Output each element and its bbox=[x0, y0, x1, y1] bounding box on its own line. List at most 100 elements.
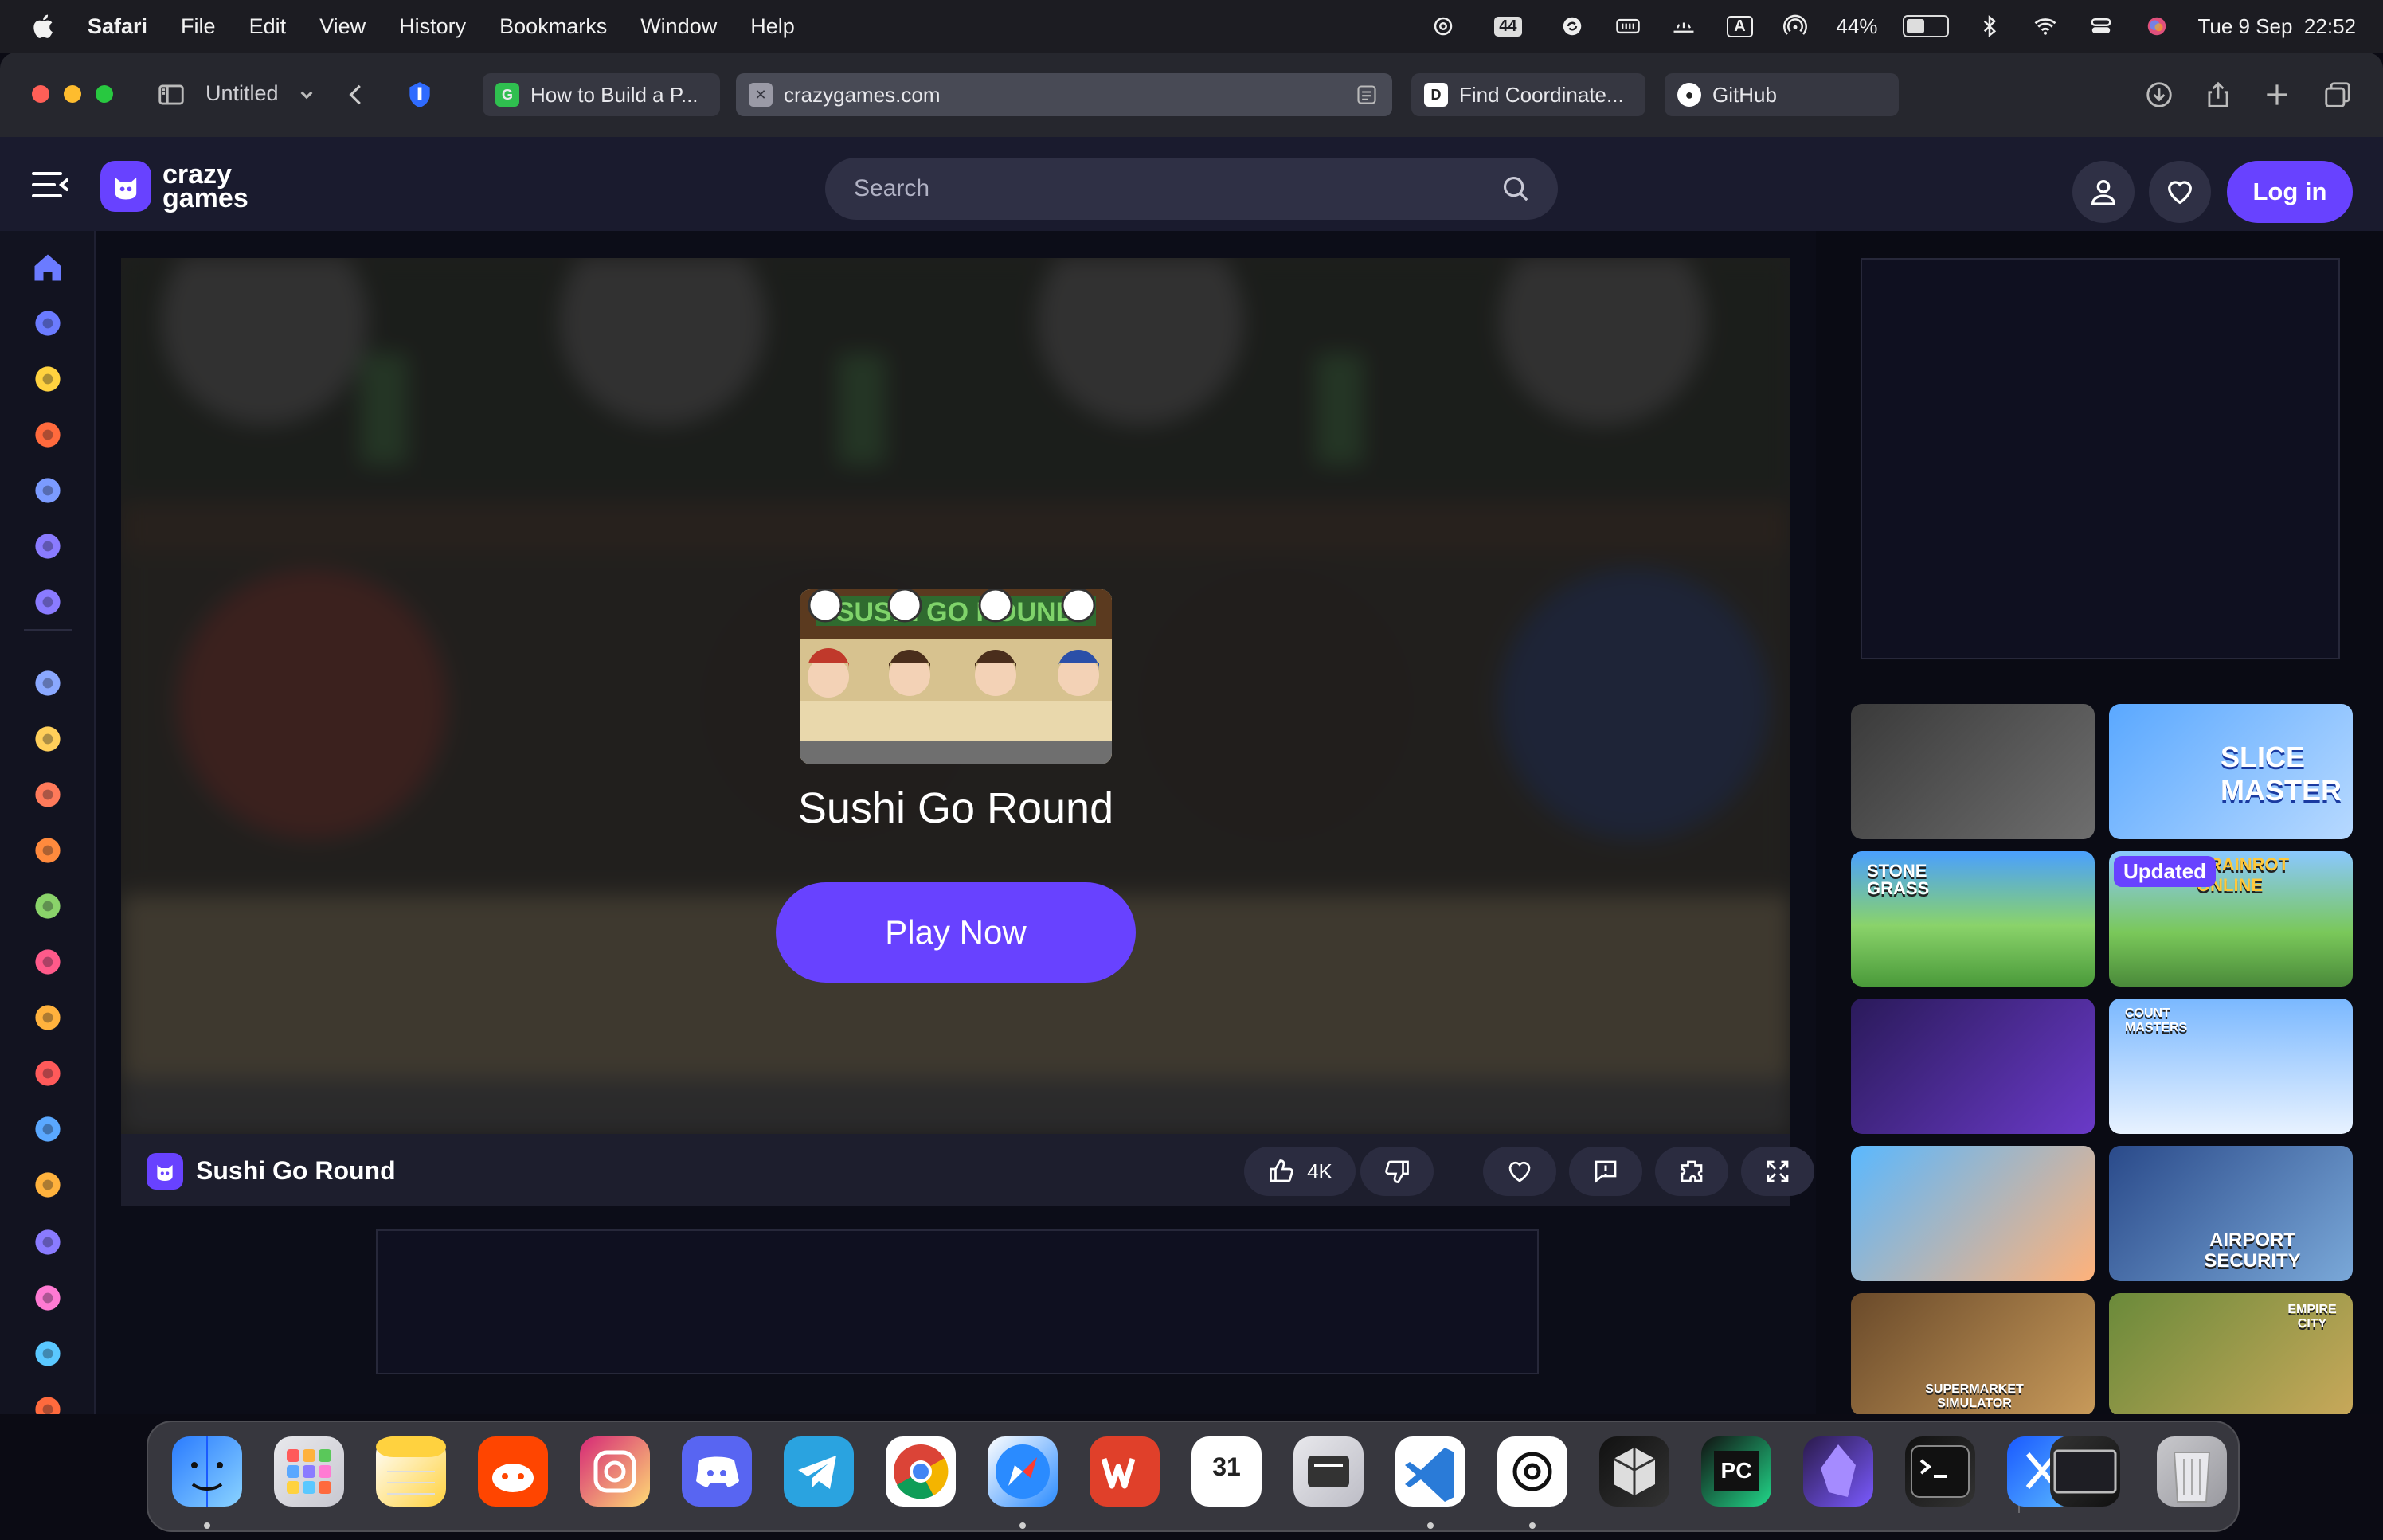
driving-icon[interactable] bbox=[30, 1000, 65, 1035]
cpu-icon[interactable]: 44 bbox=[1484, 13, 1532, 40]
tab-github[interactable]: ● GitHub bbox=[1665, 73, 1899, 116]
menu-app-name[interactable]: Safari bbox=[88, 14, 147, 39]
dock-notes[interactable] bbox=[373, 1433, 449, 1510]
sports-icon[interactable] bbox=[30, 1336, 65, 1371]
dock-reminders-app[interactable] bbox=[1290, 1433, 1367, 1510]
dock-cube-app[interactable] bbox=[1596, 1433, 1673, 1510]
menu-bookmarks[interactable]: Bookmarks bbox=[499, 14, 607, 39]
dock-telegram[interactable] bbox=[781, 1433, 857, 1510]
airdrop-icon[interactable] bbox=[1780, 13, 1810, 40]
game-tile[interactable]: EMPIRE CITY bbox=[2109, 1293, 2353, 1414]
control-center-icon[interactable] bbox=[2086, 13, 2116, 40]
dock-chrome[interactable] bbox=[882, 1433, 959, 1510]
close-window-button[interactable] bbox=[32, 85, 49, 103]
back-icon[interactable] bbox=[338, 76, 374, 113]
report-button[interactable] bbox=[1569, 1147, 1642, 1196]
game-tile[interactable] bbox=[1851, 999, 2095, 1134]
menu-view[interactable]: View bbox=[319, 14, 366, 39]
multiplayer-icon[interactable] bbox=[30, 584, 65, 620]
recent-icon[interactable] bbox=[30, 306, 65, 341]
favorites-button[interactable] bbox=[2149, 161, 2211, 223]
dock-pycharm[interactable]: PC bbox=[1698, 1433, 1775, 1510]
action-icon[interactable] bbox=[30, 721, 65, 756]
sync-icon[interactable] bbox=[1557, 13, 1587, 40]
fullscreen-button[interactable] bbox=[1741, 1147, 1814, 1196]
menu-file[interactable]: File bbox=[181, 14, 216, 39]
controller-icon[interactable] bbox=[30, 1112, 65, 1147]
search-input[interactable] bbox=[852, 174, 1501, 203]
game-tile[interactable]: SUPERMARKET SIMULATOR bbox=[1851, 1293, 2095, 1414]
friends-button[interactable] bbox=[2072, 161, 2135, 223]
menu-window[interactable]: Window bbox=[640, 14, 717, 39]
extension-shield-icon[interactable] bbox=[401, 76, 438, 113]
menubar-clock[interactable]: Tue 9 Sep 22:52 bbox=[2197, 14, 2356, 39]
home-icon[interactable] bbox=[30, 250, 65, 285]
menu-edit[interactable]: Edit bbox=[249, 14, 287, 39]
tab-crazygames[interactable]: ✕ crazygames.com bbox=[736, 73, 1392, 116]
game-tile[interactable] bbox=[1851, 1146, 2095, 1281]
tab-overview-icon[interactable] bbox=[2319, 76, 2356, 113]
crazygames-logo[interactable]: crazy games bbox=[100, 161, 248, 212]
sidebar-toggle-icon[interactable] bbox=[153, 76, 190, 113]
game-tile[interactable]: COUNT MASTERS bbox=[2109, 999, 2353, 1134]
menu-history[interactable]: History bbox=[399, 14, 466, 39]
shooting-icon[interactable] bbox=[30, 1167, 65, 1202]
dock-finder[interactable] bbox=[169, 1433, 245, 1510]
login-button[interactable]: Log in bbox=[2227, 161, 2353, 223]
game-tile[interactable]: BRAINROT ONLINE Updated bbox=[2109, 851, 2353, 987]
reader-icon[interactable] bbox=[1356, 84, 1378, 105]
adventure-icon[interactable] bbox=[30, 777, 65, 812]
dock-instagram[interactable] bbox=[577, 1433, 653, 1510]
two-player-icon[interactable] bbox=[30, 666, 65, 701]
memory-icon[interactable] bbox=[1613, 13, 1643, 40]
play-now-button[interactable]: Play Now bbox=[776, 882, 1136, 983]
siri-icon[interactable] bbox=[2142, 13, 2172, 40]
new-icon[interactable] bbox=[30, 362, 65, 397]
updated-icon[interactable] bbox=[30, 473, 65, 508]
address-bar-text[interactable]: crazygames.com bbox=[784, 83, 941, 107]
tab-find-coordinates[interactable]: D Find Coordinate... bbox=[1411, 73, 1645, 116]
tab-how-to-build[interactable]: G How to Build a P... bbox=[483, 73, 720, 116]
search-bar[interactable] bbox=[825, 158, 1558, 220]
embed-button[interactable] bbox=[1655, 1147, 1728, 1196]
window-title[interactable]: Untitled bbox=[205, 81, 279, 106]
basketball-icon[interactable] bbox=[30, 833, 65, 868]
like-button[interactable]: 4K bbox=[1244, 1147, 1356, 1196]
dislike-button[interactable] bbox=[1360, 1147, 1434, 1196]
game-player[interactable]: SUSHI GO ROUND Sushi Go Round Play Now bbox=[121, 258, 1790, 1134]
dock-terminal[interactable] bbox=[1902, 1433, 1978, 1510]
dock-reddit[interactable] bbox=[475, 1433, 551, 1510]
dock-calendar[interactable]: 31 bbox=[1188, 1433, 1265, 1510]
game-tile[interactable]: AIRPORT SECURITY bbox=[2109, 1146, 2353, 1281]
dock-launchpad[interactable] bbox=[271, 1433, 347, 1510]
downloads-icon[interactable] bbox=[2141, 76, 2178, 113]
dock-safari[interactable] bbox=[984, 1433, 1061, 1510]
battery-icon[interactable] bbox=[1903, 15, 1950, 37]
minimize-window-button[interactable] bbox=[64, 85, 81, 103]
gamepad-icon[interactable] bbox=[30, 1225, 65, 1260]
new-tab-icon[interactable] bbox=[2259, 76, 2295, 113]
dock-discord[interactable] bbox=[679, 1433, 755, 1510]
share-icon[interactable] bbox=[2200, 76, 2236, 113]
casual-icon[interactable] bbox=[30, 889, 65, 924]
zoom-window-button[interactable] bbox=[96, 85, 113, 103]
favorite-button[interactable] bbox=[1483, 1147, 1556, 1196]
chevron-down-icon[interactable] bbox=[288, 76, 325, 113]
game-tile[interactable]: STONE GRASS bbox=[1851, 851, 2095, 987]
apple-icon[interactable] bbox=[29, 11, 56, 41]
bluetooth-icon[interactable] bbox=[1974, 13, 2005, 40]
network-icon[interactable] bbox=[1669, 13, 1699, 40]
dress-up-icon[interactable] bbox=[30, 1280, 65, 1315]
menu-help[interactable]: Help bbox=[750, 14, 795, 39]
game-tile[interactable]: SLICE MASTER bbox=[2109, 704, 2353, 839]
menu-toggle-icon[interactable] bbox=[32, 169, 68, 201]
exit-icon[interactable] bbox=[30, 1392, 65, 1414]
dock-wps[interactable] bbox=[1086, 1433, 1163, 1510]
input-source-icon[interactable]: A bbox=[1724, 13, 1755, 40]
game-tile[interactable] bbox=[1851, 704, 2095, 839]
chatgpt-icon[interactable] bbox=[1428, 13, 1458, 40]
dock-trash[interactable] bbox=[2154, 1433, 2230, 1510]
clicker-icon[interactable] bbox=[30, 944, 65, 979]
trending-icon[interactable] bbox=[30, 417, 65, 452]
dock-obsidian[interactable] bbox=[1800, 1433, 1876, 1510]
